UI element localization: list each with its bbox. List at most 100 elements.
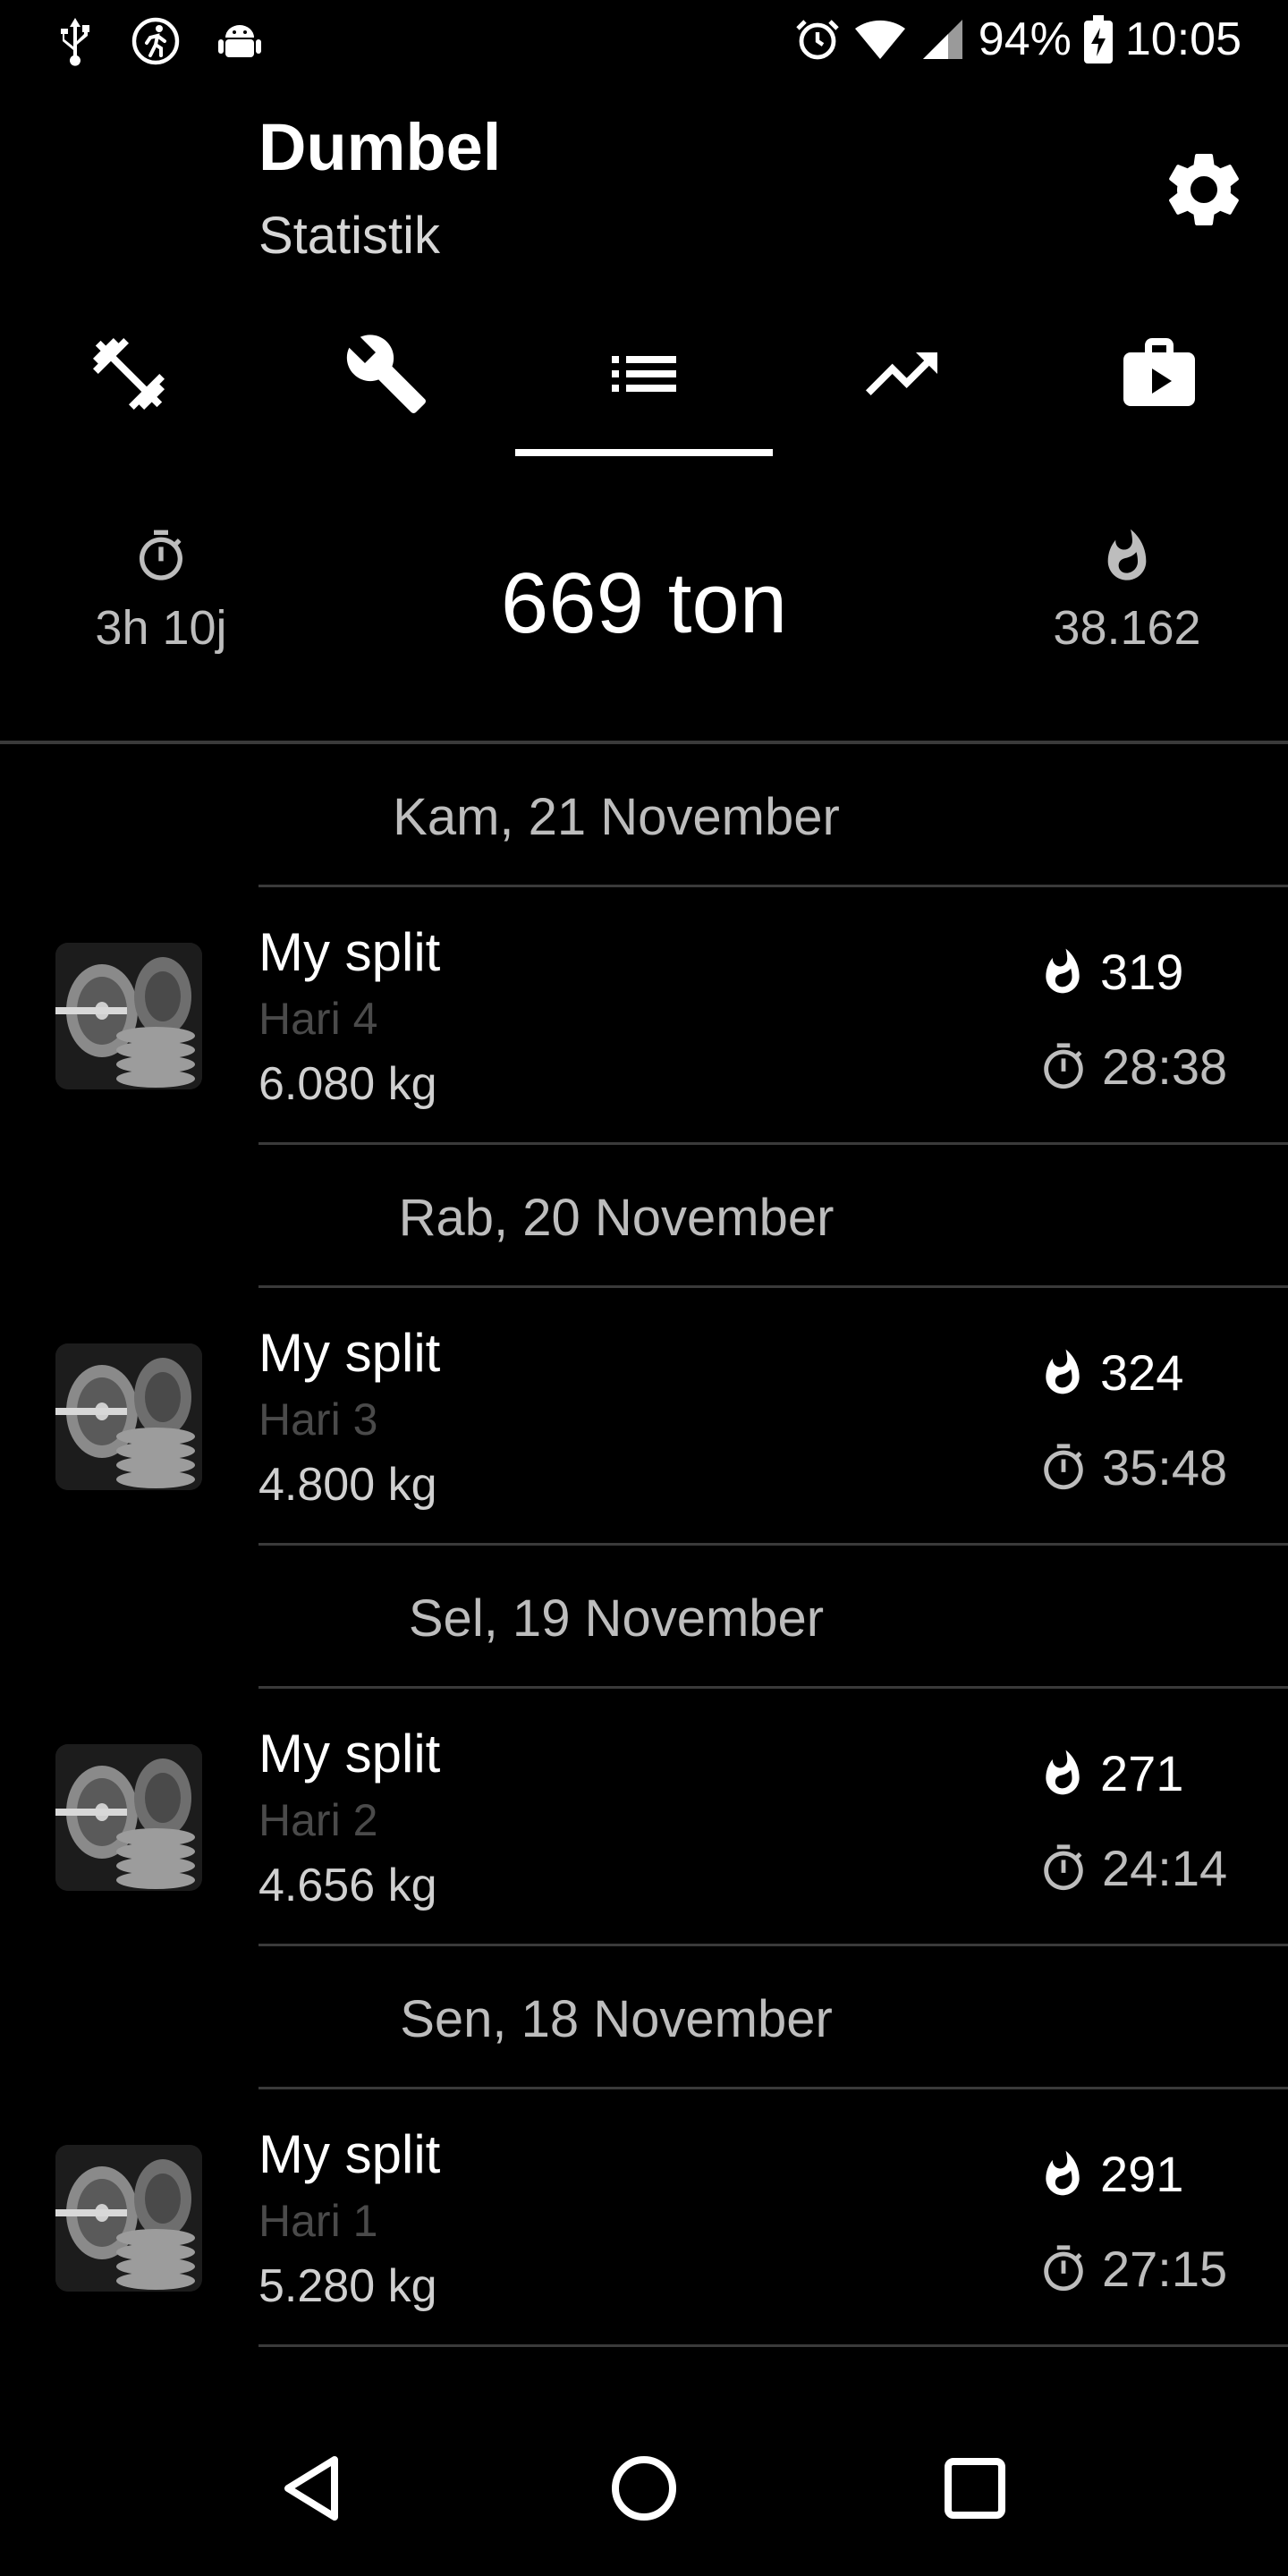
recents-icon	[945, 2458, 1005, 2519]
signal-icon	[919, 16, 966, 63]
calories-value: 271	[1100, 1745, 1184, 1801]
date-header: Rab, 20 November	[0, 1145, 1288, 1288]
workout-name: My split	[258, 922, 441, 982]
flame-icon	[1107, 529, 1147, 580]
stopwatch-icon	[1044, 1443, 1083, 1489]
workout-day: Hari 1	[258, 2196, 378, 2246]
summary-calories: 38.162	[1020, 528, 1234, 656]
status-bar: 94% 10:05	[0, 0, 1288, 86]
workout-name: My split	[258, 1323, 441, 1383]
workout-day: Hari 4	[258, 994, 378, 1044]
workout-calories: 271	[1038, 1744, 1183, 1802]
workout-list-item[interactable]: My split Hari 3 4.800 kg 324 35:48	[0, 1288, 1288, 1546]
date-header: Kam, 21 November	[0, 744, 1288, 887]
calories-value: 291	[1100, 2146, 1184, 2202]
stopwatch-icon	[140, 530, 182, 580]
workout-duration: 27:15	[1038, 2240, 1227, 2298]
workout-duration: 24:14	[1038, 1839, 1227, 1897]
tab-progress[interactable]	[773, 304, 1030, 465]
date-label: Rab, 20 November	[398, 1189, 835, 1247]
workout-day: Hari 3	[258, 1394, 378, 1445]
summary-time: 3h 10j	[54, 528, 268, 656]
barbell-plates-image	[55, 943, 202, 1089]
date-header: Sel, 19 November	[0, 1546, 1288, 1689]
workout-thumbnail	[55, 2145, 202, 2292]
stopwatch-icon	[1044, 1843, 1083, 1890]
total-time-value: 3h 10j	[95, 601, 227, 655]
system-nav-bar	[0, 2397, 1288, 2576]
gear-icon	[1169, 153, 1239, 225]
running-icon	[131, 16, 181, 66]
calories-value: 324	[1100, 1344, 1184, 1401]
date-header: Sen, 18 November	[0, 1946, 1288, 2089]
workout-thumbnail	[55, 1744, 202, 1891]
duration-value: 24:14	[1102, 1840, 1228, 1896]
nav-home-button[interactable]	[608, 2453, 680, 2524]
barbell-plates-image	[55, 2145, 202, 2292]
workout-name: My split	[258, 1724, 441, 1784]
flame-icon	[1046, 1750, 1080, 1794]
stopwatch-icon	[1044, 2244, 1083, 2291]
home-icon	[612, 2456, 676, 2521]
settings-button[interactable]	[1159, 145, 1249, 234]
workout-thumbnail	[55, 943, 202, 1089]
wifi-icon	[853, 16, 907, 63]
flame-icon	[1046, 948, 1080, 993]
workout-calories: 319	[1038, 943, 1183, 1001]
workout-list-item[interactable]: My split Hari 1 5.280 kg 291 27:15	[0, 2089, 1288, 2347]
nav-back-button[interactable]	[277, 2453, 349, 2524]
app-title: Dumbel	[258, 110, 502, 184]
workout-list-item[interactable]: My split Hari 4 6.080 kg 319 28:38	[0, 887, 1288, 1145]
trending-up-icon	[866, 352, 937, 395]
workout-thumbnail	[55, 1343, 202, 1490]
tab-media[interactable]	[1030, 304, 1288, 465]
date-label: Sel, 19 November	[408, 1589, 825, 1648]
wrench-icon	[346, 335, 426, 413]
clock: 10:05	[1124, 13, 1241, 65]
tab-indicator	[515, 449, 773, 456]
summary-panel: 3h 10j 669 ton 38.162	[0, 501, 1288, 742]
nav-recents-button[interactable]	[939, 2453, 1011, 2524]
total-weight-value: 669 ton	[500, 555, 788, 651]
back-icon	[284, 2456, 338, 2521]
alarm-icon	[794, 16, 841, 63]
workout-list-item[interactable]: My split Hari 2 4.656 kg 271 24:14	[0, 1689, 1288, 1946]
flame-icon	[1046, 2150, 1080, 2195]
list-icon	[612, 356, 676, 392]
battery-charging-icon	[1083, 15, 1113, 64]
calories-value: 319	[1100, 944, 1184, 1000]
workout-weight: 6.080 kg	[258, 1058, 437, 1110]
workout-calories: 324	[1038, 1343, 1183, 1402]
dumbbell-icon	[93, 338, 165, 410]
battery-percent: 94%	[978, 13, 1072, 65]
android-icon	[216, 18, 263, 64]
total-calories-value: 38.162	[1053, 601, 1201, 655]
workout-day: Hari 2	[258, 1795, 378, 1845]
workout-weight: 4.656 kg	[258, 1860, 437, 1911]
tab-workouts[interactable]	[0, 304, 258, 465]
workout-calories: 291	[1038, 2145, 1183, 2203]
flame-icon	[1046, 1349, 1080, 1394]
tab-tools[interactable]	[258, 304, 515, 465]
workout-weight: 5.280 kg	[258, 2260, 437, 2312]
workout-duration: 28:38	[1038, 1038, 1227, 1096]
stopwatch-icon	[1044, 1042, 1083, 1089]
usb-icon	[55, 16, 95, 66]
screen: 94% 10:05 Dumbel Statistik 3h 10j 669 to…	[0, 0, 1288, 2576]
tab-history[interactable]	[515, 304, 773, 465]
barbell-plates-image	[55, 1343, 202, 1490]
barbell-plates-image	[55, 1744, 202, 1891]
workout-name: My split	[258, 2124, 441, 2184]
duration-value: 28:38	[1102, 1038, 1228, 1095]
tab-bar	[0, 304, 1288, 465]
workout-weight: 4.800 kg	[258, 1459, 437, 1511]
workout-history-list[interactable]: Kam, 21 November My split Hari 4 6.080 kg 31…	[0, 744, 1288, 2347]
list-divider	[258, 2344, 1288, 2347]
workout-duration: 35:48	[1038, 1438, 1227, 1496]
date-label: Kam, 21 November	[393, 788, 840, 846]
briefcase-play-icon	[1123, 338, 1195, 406]
screen-subtitle: Statistik	[258, 207, 441, 265]
date-label: Sen, 18 November	[400, 1990, 833, 2048]
duration-value: 35:48	[1102, 1439, 1228, 1496]
duration-value: 27:15	[1102, 2241, 1228, 2297]
